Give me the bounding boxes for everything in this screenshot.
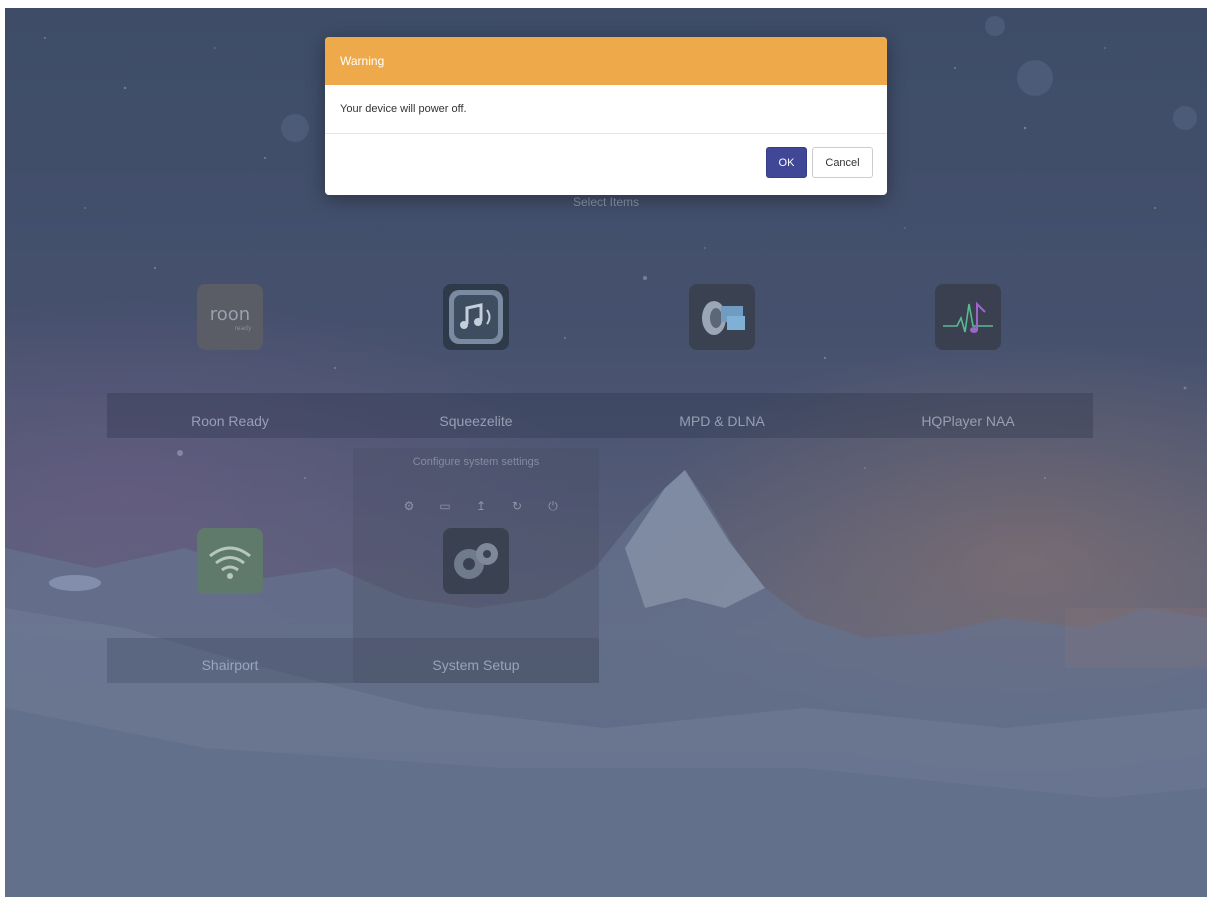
svg-text:roon: roon [210, 304, 250, 325]
tile-label-system-setup: System Setup [432, 657, 520, 673]
roon-ready-icon: roon ready [197, 284, 263, 350]
dialog-message: Your device will power off. [325, 85, 887, 134]
wifi-icon [197, 528, 263, 594]
waveform-note-icon [935, 284, 1001, 350]
gears-icon [443, 528, 509, 594]
tile-label-roon-ready: Roon Ready [191, 413, 269, 429]
tile-system-setup[interactable]: System Setup [353, 492, 599, 738]
power-icon[interactable]: ⏻ [545, 498, 561, 514]
upload-icon[interactable]: ↥ [473, 498, 489, 514]
speaker-screen-icon [689, 284, 755, 350]
tile-label-shairport: Shairport [201, 657, 259, 673]
folder-icon[interactable]: ▭ [437, 498, 453, 514]
tile-label-squeezelite: Squeezelite [439, 413, 513, 429]
system-action-bar: ⚙ ▭ ↥ ↻ ⏻ [401, 496, 561, 516]
tile-hqplayer-naa[interactable]: HQPlayer NAA [845, 248, 1091, 494]
music-note-icon [443, 284, 509, 350]
warning-dialog: Warning Your device will power off. OK C… [325, 37, 887, 195]
tile-label-hqplayer-naa: HQPlayer NAA [921, 413, 1015, 429]
settings-icon[interactable]: ⚙ [401, 498, 417, 514]
tile-roon-ready[interactable]: roon ready Roon Ready [107, 248, 353, 494]
cancel-button[interactable]: Cancel [812, 147, 873, 178]
svg-text:ready: ready [234, 325, 252, 332]
tile-mpd-dlna[interactable]: MPD & DLNA [599, 248, 845, 494]
dialog-footer: OK Cancel [325, 134, 887, 194]
ok-button[interactable]: OK [766, 147, 807, 178]
system-setup-description: Configure system settings [412, 456, 540, 468]
tile-shairport[interactable]: Shairport [107, 492, 353, 738]
tile-label-mpd-dlna: MPD & DLNA [679, 413, 765, 429]
app-background: Select Items roon ready Roon Ready Squee… [5, 8, 1207, 897]
refresh-icon[interactable]: ↻ [509, 498, 525, 514]
select-items-caption: Select Items [572, 195, 640, 209]
dialog-title: Warning [325, 37, 887, 85]
